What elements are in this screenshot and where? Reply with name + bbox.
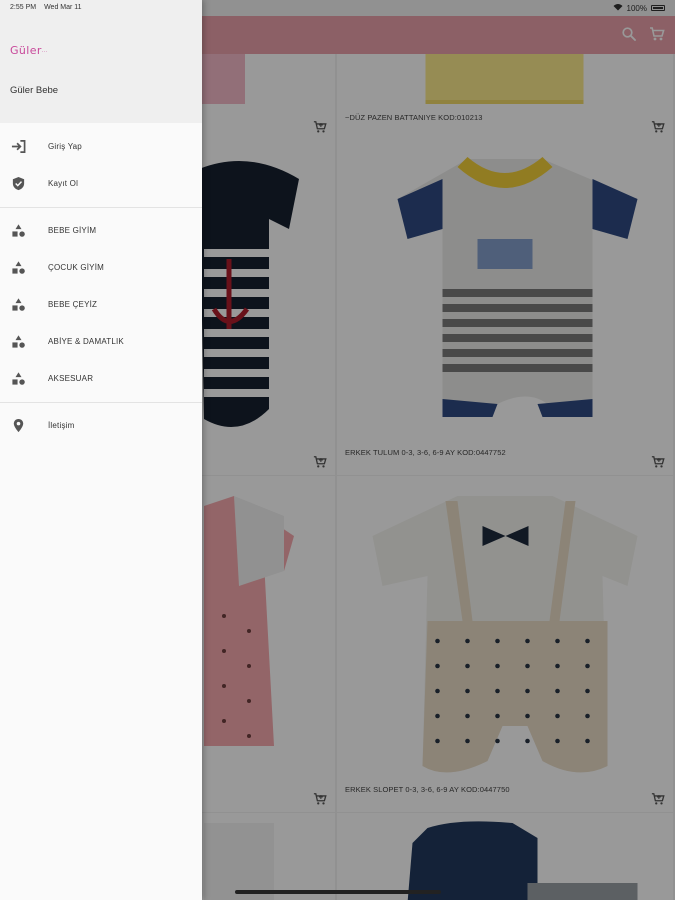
brand-logo: Güler...	[10, 44, 48, 57]
shapes-icon	[11, 371, 26, 386]
drawer-header: 2:55 PM Wed Mar 11 Güler... Güler Bebe	[0, 0, 202, 123]
status-date: Wed Mar 11	[44, 4, 82, 11]
menu-item-label: Kayıt Ol	[48, 179, 79, 188]
drawer-item-category-1[interactable]: ÇOCUK GİYİM	[0, 249, 202, 286]
drawer-item-category-2[interactable]: BEBE ÇEYİZ	[0, 286, 202, 323]
menu-item-label: ABİYE & DAMATLIK	[48, 337, 124, 346]
category-menu: BEBE GİYİM ÇOCUK GİYİM BEBE ÇEYİZ ABİYE & D…	[0, 212, 202, 397]
login-icon	[11, 139, 26, 154]
drawer-item-account-1[interactable]: Kayıt Ol	[0, 165, 202, 202]
menu-item-label: BEBE GİYİM	[48, 226, 97, 235]
menu-item-label: AKSESUAR	[48, 374, 94, 383]
account-menu: Giriş Yap Kayıt Ol	[0, 128, 202, 202]
drawer-item-contact-0[interactable]: İletişim	[0, 407, 202, 444]
shapes-icon	[11, 297, 26, 312]
location-pin-icon	[11, 418, 26, 433]
menu-item-label: Giriş Yap	[48, 142, 82, 151]
home-indicator	[235, 890, 441, 894]
menu-item-label: ÇOCUK GİYİM	[48, 263, 104, 272]
shapes-icon	[11, 223, 26, 238]
drawer-item-account-0[interactable]: Giriş Yap	[0, 128, 202, 165]
shield-check-icon	[11, 176, 26, 191]
drawer-title: Güler Bebe	[10, 85, 59, 96]
status-time: 2:55 PM	[10, 4, 37, 11]
menu-item-label: İletişim	[48, 421, 75, 430]
drawer-item-category-3[interactable]: ABİYE & DAMATLIK	[0, 323, 202, 360]
drawer-item-category-4[interactable]: AKSESUAR	[0, 360, 202, 397]
divider	[0, 207, 202, 208]
drawer-item-category-0[interactable]: BEBE GİYİM	[0, 212, 202, 249]
shapes-icon	[11, 260, 26, 275]
contact-menu: İletişim	[0, 407, 202, 444]
navigation-drawer: 2:55 PM Wed Mar 11 Güler... Güler Bebe G…	[0, 0, 202, 900]
divider	[0, 402, 202, 403]
status-bar-left: 2:55 PM Wed Mar 11	[10, 4, 82, 11]
shapes-icon	[11, 334, 26, 349]
menu-item-label: BEBE ÇEYİZ	[48, 300, 98, 309]
